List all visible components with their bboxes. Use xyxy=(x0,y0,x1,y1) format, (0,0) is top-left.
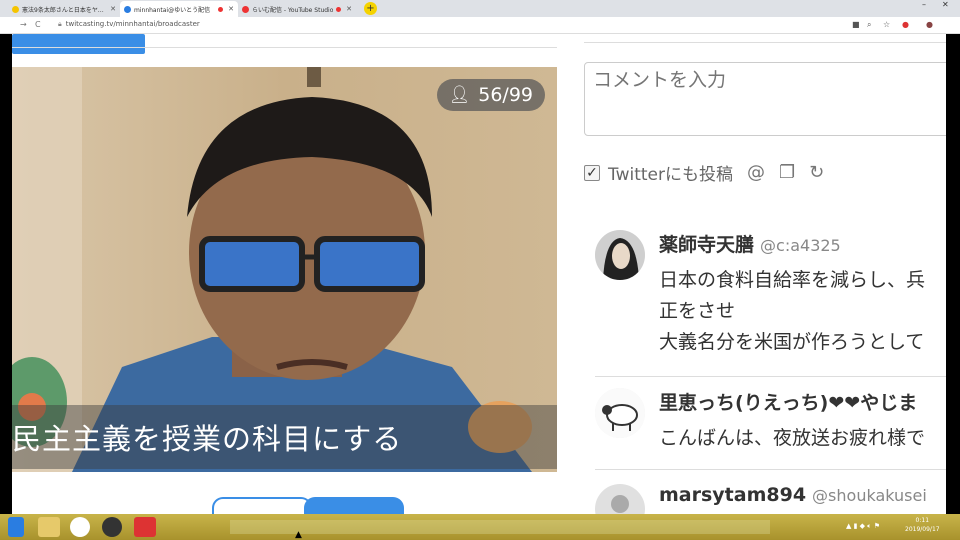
comment-item: 薬師寺天膳 @c:a4325 日本の食料自給率を減らし、兵 正をさせ 大義名分を米… xyxy=(595,230,946,353)
comment-item: marsytam894 @shoukakusei xyxy=(595,484,946,514)
twitter-checkbox[interactable]: ✓ xyxy=(584,164,600,181)
tab-favicon-icon xyxy=(12,5,19,13)
author-id: @c:a4325 xyxy=(760,236,841,255)
viewer-count-badge: 👤︎ 56/99 xyxy=(436,79,545,111)
divider xyxy=(12,47,557,48)
window-minimize-button[interactable]: – xyxy=(922,0,926,9)
system-tray-icons[interactable]: ▲ ▮ ◆ 🔈︎ ⚑ xyxy=(846,522,880,531)
browser-tab-3[interactable]: らいむ配信 - YouTube Studio ✕ xyxy=(238,1,356,17)
comment-text: 日本の食料自給率を減らし、兵 xyxy=(659,269,926,291)
twitter-label: Twitterにも投稿 xyxy=(608,165,733,185)
author-id: @shoukakusei xyxy=(812,486,927,505)
comment-author[interactable]: 薬師寺天膳 @c:a4325 xyxy=(659,230,841,257)
ie-icon[interactable] xyxy=(8,517,24,537)
browser-tabstrip: 憲法9条太郎さんと日本をヤバく ✕ minnhantai@ゆいとう配信 ✕ らい… xyxy=(0,0,960,17)
comment-box[interactable] xyxy=(584,62,946,136)
author-name: marsytam894 xyxy=(659,484,807,506)
avatar-image xyxy=(595,230,645,280)
tab-title: らいむ配信 - YouTube Studio xyxy=(252,6,334,14)
comment-text: 大義名分を米国が作ろうとして xyxy=(659,331,925,353)
avatar-image xyxy=(595,388,645,438)
action-button[interactable] xyxy=(12,34,145,54)
divider xyxy=(595,376,946,377)
copy-icon[interactable]: ❐ xyxy=(779,162,795,183)
comment-item: 里恵っち(りえっち)❤❤やじま こんばんは、夜放送お疲れ様で xyxy=(595,388,946,458)
comment-author[interactable]: marsytam894 @shoukakusei xyxy=(659,484,927,506)
browser-tab-2[interactable]: minnhantai@ゆいとう配信 ✕ xyxy=(120,1,238,17)
reload-icon[interactable]: C xyxy=(35,20,41,29)
extension-icon[interactable]: ● xyxy=(902,20,909,29)
clock-time: 0:11 xyxy=(915,517,930,524)
camera-icon[interactable]: ■ xyxy=(852,20,860,29)
address-bar[interactable]: 🔒︎ twitcasting.tv/minnhantai/broadcaster xyxy=(58,20,200,29)
tab-close-icon[interactable]: ✕ xyxy=(110,5,116,13)
default-avatar-icon xyxy=(611,495,629,513)
recording-icon xyxy=(218,6,224,12)
author-name: 薬師寺天膳 xyxy=(659,234,755,256)
tab-close-icon[interactable]: ✕ xyxy=(346,5,352,13)
taskbar-overlay xyxy=(230,520,770,534)
forward-icon[interactable]: → xyxy=(20,20,27,29)
mention-icon[interactable]: @ xyxy=(747,162,765,183)
primary-button[interactable] xyxy=(304,497,404,514)
new-tab-button[interactable]: + xyxy=(364,2,377,15)
mouse-cursor-icon: ▲ xyxy=(295,530,302,540)
zoom-icon[interactable]: ⌕ xyxy=(867,20,871,30)
video-player[interactable]: 👤︎ 56/99 民主主義を授業の科目にする xyxy=(12,67,557,472)
outline-button[interactable] xyxy=(212,497,312,514)
tab-title: 憲法9条太郎さんと日本をヤバく xyxy=(22,6,109,14)
tab-close-icon[interactable]: ✕ xyxy=(228,5,234,13)
tab-title: minnhantai@ゆいとう配信 xyxy=(134,6,211,14)
comment-text: こんばんは、夜放送お疲れ様で xyxy=(659,427,926,449)
twitter-post-row: ✓ Twitterにも投稿 @ ❐ ↻ xyxy=(584,160,824,185)
obs-icon[interactable] xyxy=(102,517,122,537)
window-close-button[interactable]: ✕ xyxy=(942,0,949,9)
author-name: 里恵っち(りえっち)❤❤やじま xyxy=(659,392,918,414)
twitcasting-page: 👤︎ 56/99 民主主義を授業の科目にする ✓ Twitterにも投稿 @ ❐… xyxy=(12,34,946,514)
chrome-icon[interactable] xyxy=(70,517,90,537)
viewer-count: 56/99 xyxy=(478,84,533,106)
refresh-icon[interactable]: ↻ xyxy=(809,162,824,183)
avatar[interactable] xyxy=(595,388,645,438)
screen: 憲法9条太郎さんと日本をヤバく ✕ minnhantai@ゆいとう配信 ✕ らい… xyxy=(0,0,960,540)
app-icon[interactable] xyxy=(134,517,156,537)
windows-taskbar: ▲ ▮ ◆ 🔈︎ ⚑ 0:11 2019/09/17 xyxy=(0,514,960,540)
comment-text: 正をさせ xyxy=(659,300,736,322)
recording-icon xyxy=(336,6,342,12)
bookmark-star-icon[interactable]: ☆ xyxy=(883,20,890,29)
screen-edge xyxy=(946,34,960,514)
tab-favicon-icon xyxy=(124,5,131,13)
clock-date: 2019/09/17 xyxy=(905,526,940,533)
divider xyxy=(595,469,946,470)
tab-favicon-icon xyxy=(242,5,249,13)
person-icon: 👤︎ xyxy=(448,85,471,105)
comment-input[interactable] xyxy=(593,69,933,91)
avatar[interactable] xyxy=(595,484,645,514)
browser-toolbar: → C 🔒︎ twitcasting.tv/minnhantai/broadcas… xyxy=(0,17,960,34)
avatar[interactable] xyxy=(595,230,645,280)
comment-author[interactable]: 里恵っち(りえっち)❤❤やじま xyxy=(659,388,917,415)
divider xyxy=(584,42,946,43)
telop-caption: 民主主義を授業の科目にする xyxy=(12,405,557,469)
browser-tab-1[interactable]: 憲法9条太郎さんと日本をヤバく ✕ xyxy=(8,1,120,17)
lock-icon: 🔒︎ xyxy=(58,20,62,28)
file-explorer-icon[interactable] xyxy=(38,517,60,537)
url-text: twitcasting.tv/minnhantai/broadcaster xyxy=(65,20,200,28)
profile-avatar-icon[interactable]: ● xyxy=(926,20,933,29)
clock[interactable]: 0:11 2019/09/17 xyxy=(905,516,940,534)
